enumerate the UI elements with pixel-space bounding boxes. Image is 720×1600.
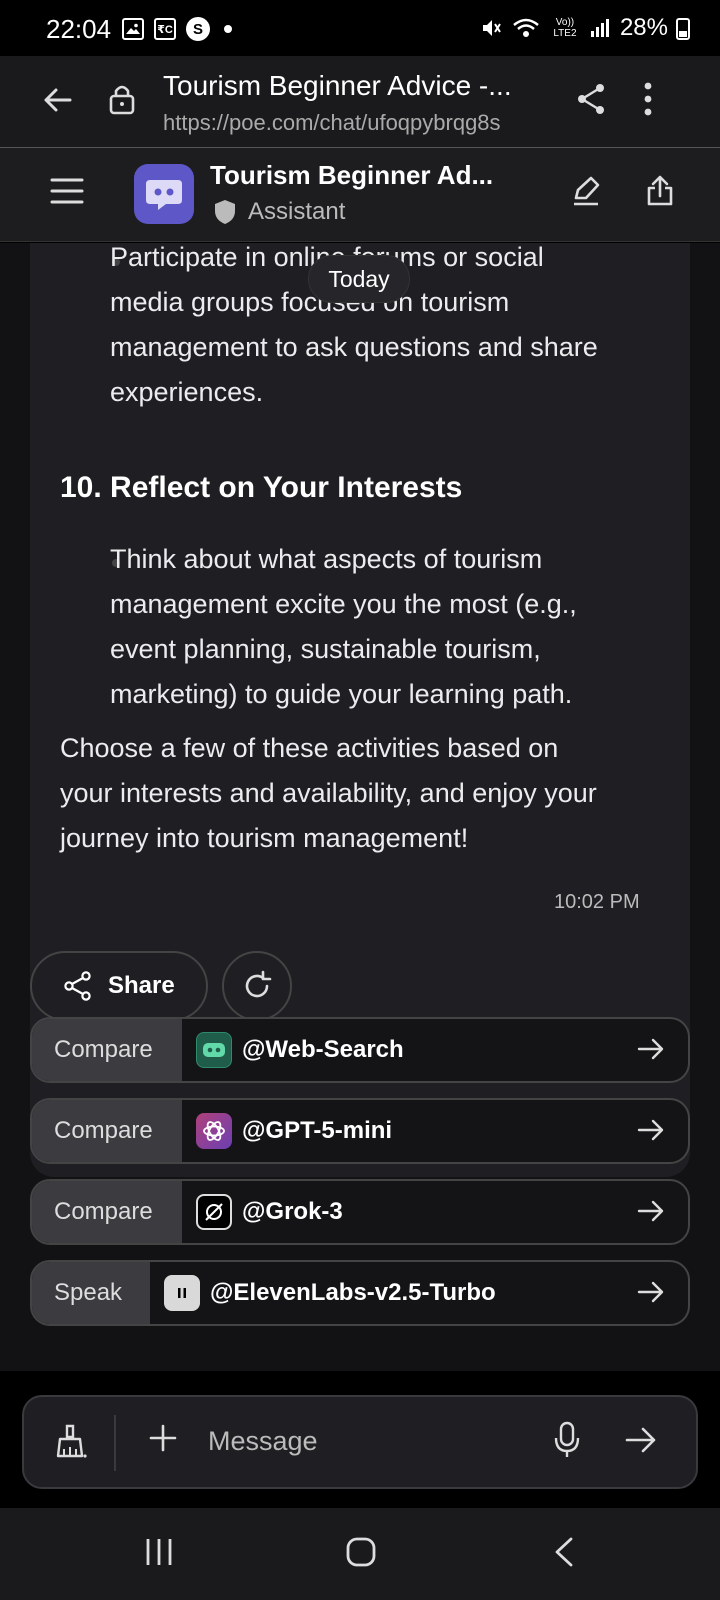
gallery-icon — [122, 18, 144, 40]
suggestion-bot-name: @Web-Search — [242, 1036, 404, 1063]
text-line: Think about what aspects of tourism — [110, 544, 543, 574]
status-icons-left: ₹C S — [122, 17, 232, 41]
status-time: 22:04 — [46, 14, 112, 44]
suggestion-bot-name: @Grok-3 — [242, 1198, 343, 1225]
message-input[interactable] — [208, 1419, 528, 1463]
share-icon — [64, 971, 91, 1001]
suggestion-action: Compare — [32, 1019, 182, 1081]
date-separator: Today — [308, 255, 410, 303]
more-options-icon[interactable] — [644, 82, 652, 121]
retry-button[interactable] — [222, 951, 292, 1021]
text-line: Choose a few of these activities based o… — [60, 733, 559, 763]
arrow-right-icon — [637, 1119, 664, 1141]
status-icons-right: Vo)) LTE2 28% — [480, 14, 668, 42]
arrow-right-icon — [637, 1038, 664, 1060]
app-header: Tourism Beginner Ad... Assistant — [0, 148, 720, 242]
export-icon[interactable] — [646, 174, 674, 211]
suggestion-bot: @ElevenLabs-v2.5-Turbo — [150, 1262, 688, 1324]
text-line: event planning, sustainable tourism, — [110, 634, 541, 664]
bullet-item-2: Think about what aspects of tourism mana… — [110, 537, 577, 717]
closing-paragraph: Choose a few of these activities based o… — [60, 726, 597, 861]
wifi-icon — [513, 18, 539, 37]
clear-context-icon[interactable] — [54, 1423, 88, 1464]
share-button[interactable]: Share — [30, 951, 208, 1021]
suggestion-speak-elevenlabs[interactable]: Speak @ElevenLabs-v2.5-Turbo — [30, 1260, 690, 1326]
dot-icon — [224, 25, 232, 33]
share-button-label: Share — [108, 972, 175, 999]
arrow-right-icon — [637, 1281, 664, 1303]
suggestion-action: Compare — [32, 1100, 182, 1162]
text-line: journey into tourism management! — [60, 823, 469, 853]
menu-icon[interactable] — [50, 174, 84, 213]
plus-icon[interactable] — [148, 1423, 178, 1458]
message-composer — [22, 1395, 698, 1489]
suggestion-bot: @Web-Search — [182, 1019, 688, 1081]
text-line: management excite you the most (e.g., — [110, 589, 577, 619]
grok-icon — [196, 1194, 232, 1230]
microphone-icon[interactable] — [554, 1421, 580, 1464]
home-icon[interactable] — [345, 1536, 377, 1573]
suggestion-bot: @GPT-5-mini — [182, 1100, 688, 1162]
bot-avatar[interactable] — [134, 164, 194, 224]
status-bar: 22:04 ₹C S Vo)) LTE2 28% — [0, 0, 720, 56]
suggestion-compare-grok-3[interactable]: Compare @Grok-3 — [30, 1179, 690, 1245]
nav-back-icon[interactable] — [552, 1536, 576, 1573]
text-line: your interests and availability, and enj… — [60, 778, 597, 808]
openai-icon — [196, 1113, 232, 1149]
arrow-right-icon — [637, 1200, 664, 1222]
message-timestamp: 10:02 PM — [554, 891, 640, 913]
text-line: marketing) to guide your learning path. — [110, 679, 573, 709]
s-icon: S — [186, 17, 210, 41]
suggestion-compare-web-search[interactable]: Compare @Web-Search — [30, 1017, 690, 1083]
bot-name[interactable]: Tourism Beginner Ad... — [210, 160, 493, 191]
suggestion-action: Compare — [32, 1181, 182, 1243]
recents-icon[interactable] — [144, 1536, 174, 1573]
divider — [114, 1415, 116, 1471]
suggestion-bot-name: @GPT-5-mini — [242, 1117, 393, 1144]
mute-icon — [482, 20, 501, 36]
text-line: management to ask questions and share — [110, 332, 598, 362]
refresh-icon — [245, 970, 272, 998]
text-line: experiences. — [110, 377, 264, 407]
robot-icon — [196, 1032, 232, 1068]
chat-area[interactable]: Participate in online forums or social m… — [0, 243, 720, 1371]
rc-icon: ₹C — [154, 18, 176, 40]
elevenlabs-icon — [164, 1275, 200, 1311]
url-text[interactable]: https://poe.com/chat/ufoqpybrqg8s — [163, 110, 501, 136]
back-arrow-icon[interactable] — [40, 82, 76, 123]
battery-icon — [676, 18, 690, 40]
volte-icon: Vo)) LTE2 — [553, 17, 577, 39]
new-chat-icon[interactable] — [570, 176, 602, 213]
signal-icon — [590, 19, 609, 37]
battery-level: 28% — [619, 14, 668, 41]
suggestion-bot-name: @ElevenLabs-v2.5-Turbo — [210, 1279, 496, 1306]
share-icon[interactable] — [576, 82, 608, 121]
lock-icon[interactable] — [108, 82, 136, 121]
bot-role-label: Assistant — [248, 198, 346, 225]
section-heading: 10. Reflect on Your Interests — [60, 471, 463, 504]
system-nav-bar — [0, 1508, 720, 1600]
suggestion-compare-gpt-5-mini[interactable]: Compare @GPT-5-mini — [30, 1098, 690, 1164]
shield-icon — [215, 200, 235, 224]
bot-role: Assistant — [214, 198, 345, 226]
send-icon[interactable] — [624, 1423, 658, 1462]
suggestion-action: Speak — [32, 1262, 150, 1324]
browser-bar: Tourism Beginner Advice -... https://poe… — [0, 56, 720, 148]
page-title: Tourism Beginner Advice -... — [163, 70, 512, 101]
suggestion-bot: @Grok-3 — [182, 1181, 688, 1243]
robot-icon — [146, 180, 182, 210]
